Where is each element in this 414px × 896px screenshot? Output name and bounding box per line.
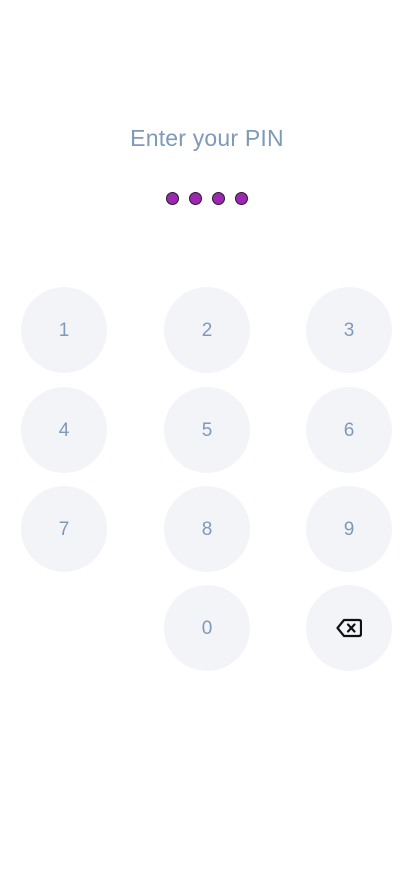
key-7[interactable]: 7	[21, 486, 107, 572]
key-5-label: 5	[201, 419, 213, 441]
key-9[interactable]: 9	[306, 486, 392, 572]
pin-dot-4	[235, 192, 248, 205]
pin-indicator	[0, 192, 414, 205]
key-2-label: 2	[201, 319, 213, 341]
pin-dot-1	[166, 192, 179, 205]
key-4-label: 4	[58, 419, 70, 441]
key-1-label: 1	[58, 319, 70, 341]
key-3[interactable]: 3	[306, 287, 392, 373]
key-2[interactable]: 2	[164, 287, 250, 373]
key-3-label: 3	[343, 319, 355, 341]
key-6-label: 6	[343, 419, 355, 441]
pin-dot-3	[212, 192, 225, 205]
key-4[interactable]: 4	[21, 387, 107, 473]
pin-title: Enter your PIN	[130, 125, 284, 151]
key-7-label: 7	[58, 518, 70, 540]
key-0[interactable]: 0	[164, 585, 250, 671]
key-0-label: 0	[201, 617, 213, 639]
key-5[interactable]: 5	[164, 387, 250, 473]
backspace-icon	[336, 618, 362, 638]
pin-dot-2	[189, 192, 202, 205]
backspace-button[interactable]	[306, 585, 392, 671]
key-6[interactable]: 6	[306, 387, 392, 473]
key-9-label: 9	[343, 518, 355, 540]
key-8[interactable]: 8	[164, 486, 250, 572]
key-8-label: 8	[201, 518, 213, 540]
key-1[interactable]: 1	[21, 287, 107, 373]
